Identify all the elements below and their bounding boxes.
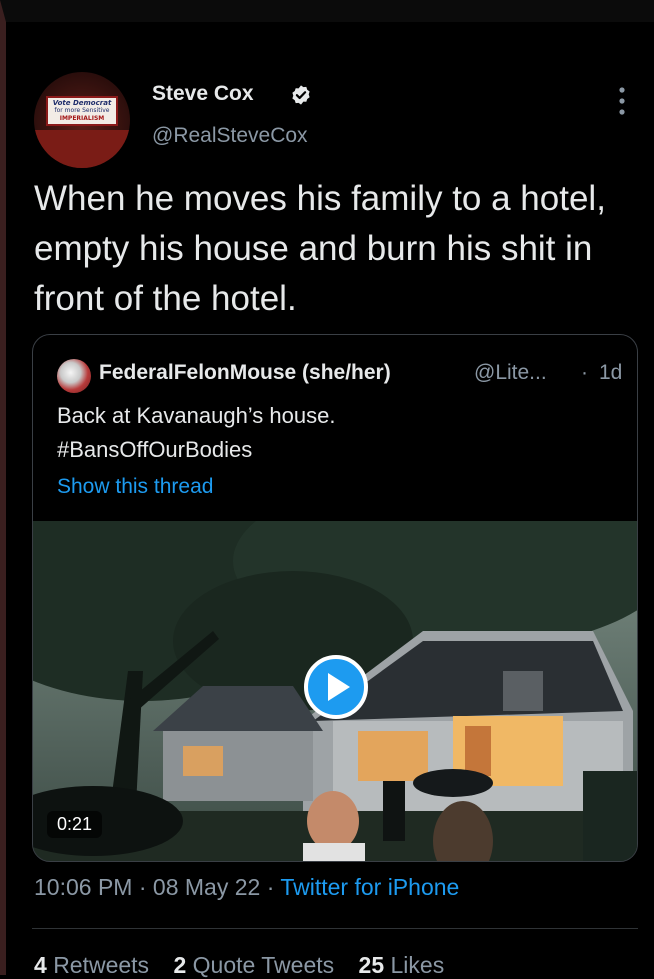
quoted-avatar[interactable]: [57, 359, 91, 393]
play-icon: [328, 673, 350, 701]
avatar-sticker: Vote Democrat for more Sensitive IMPERIA…: [46, 96, 118, 126]
quoted-tweet-card[interactable]: FederalFelonMouse (she/her) @Lite... · 1…: [32, 334, 638, 862]
client-app-link[interactable]: Twitter for iPhone: [280, 874, 459, 900]
play-button[interactable]: [304, 655, 368, 719]
quote-tweets-stat[interactable]: 2 Quote Tweets: [173, 952, 334, 978]
video-duration: 0:21: [47, 811, 103, 838]
quoted-timestamp: 1d: [599, 361, 623, 384]
vertical-ellipsis-icon[interactable]: [616, 86, 628, 116]
quoted-hashtag: #BansOffOurBodies: [57, 437, 253, 462]
author-handle[interactable]: @RealSteveCox: [152, 124, 308, 148]
meta-separator: ·: [132, 874, 153, 900]
quoted-author-handle: @Lite...: [474, 361, 547, 384]
author-name[interactable]: Steve Cox: [152, 82, 254, 106]
meta-separator: ·: [260, 874, 281, 900]
likes-count: 25: [358, 952, 385, 978]
avatar-sticker-line: Vote Democrat: [52, 99, 112, 107]
avatar-sticker-line: IMPERIALISM: [59, 115, 105, 122]
retweets-count: 4: [34, 952, 47, 978]
likes-stat[interactable]: 25 Likes: [359, 952, 445, 978]
video-thumbnail[interactable]: 0:21: [33, 521, 637, 861]
quoted-tweet-text: Back at Kavanaugh’s house. #BansOffOurBo…: [57, 399, 617, 467]
tweet-time[interactable]: 10:06 PM: [34, 874, 132, 900]
retweets-label: Retweets: [53, 952, 150, 978]
avatar[interactable]: Vote Democrat for more Sensitive IMPERIA…: [34, 72, 130, 168]
retweets-stat[interactable]: 4 Retweets: [34, 952, 149, 978]
tweet-text: When he moves his family to a hotel, emp…: [34, 179, 606, 318]
quoted-separator: ·: [581, 361, 588, 384]
tweet-header: Vote Democrat for more Sensitive IMPERIA…: [34, 72, 634, 172]
quote-tweets-label: Quote Tweets: [192, 952, 335, 978]
show-thread-link[interactable]: Show this thread: [57, 475, 213, 499]
quoted-text-line: Back at Kavanaugh’s house.: [57, 403, 336, 428]
quote-tweets-count: 2: [173, 952, 187, 978]
avatar-sticker-line: for more Sensitive: [54, 107, 110, 114]
quoted-author-name: FederalFelonMouse (she/her): [99, 361, 391, 384]
tweet-screen: Vote Democrat for more Sensitive IMPERIA…: [0, 0, 654, 978]
verified-badge-icon: [292, 85, 310, 105]
tweet-date[interactable]: 08 May 22: [153, 874, 260, 900]
likes-label: Likes: [390, 952, 445, 978]
avatar-background: [34, 130, 130, 168]
tweet-meta: 10:06 PM · 08 May 22 · Twitter for iPhon…: [34, 874, 459, 901]
divider: [32, 928, 638, 929]
